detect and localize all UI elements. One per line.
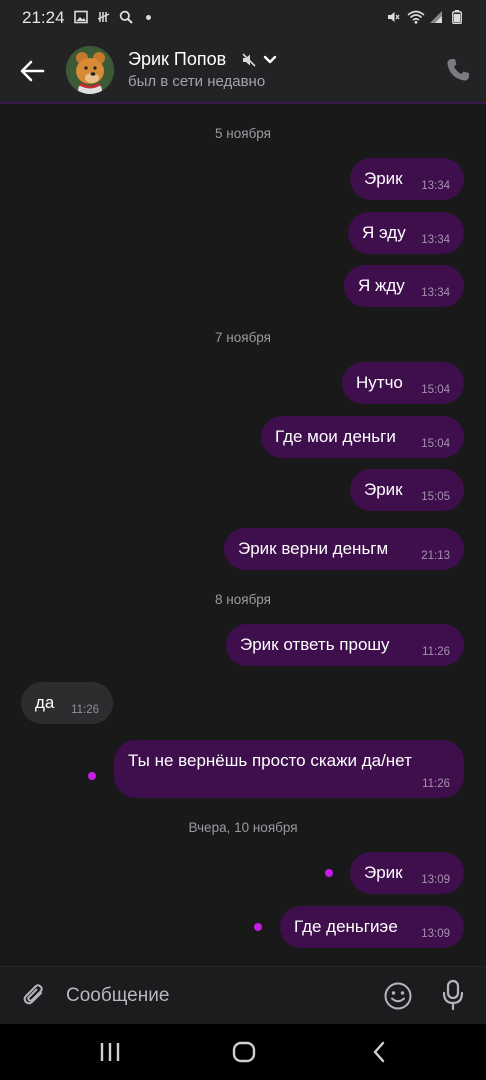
outgoing-message[interactable]: Эрик верни деньгм 21:13 xyxy=(224,528,464,570)
mute-status-icon xyxy=(388,12,400,22)
recent-apps-icon[interactable] xyxy=(96,1038,124,1066)
unread-indicator xyxy=(325,869,333,877)
message-time: 11:26 xyxy=(422,778,450,790)
date-separator: 7 ноября xyxy=(215,330,271,345)
message-input[interactable] xyxy=(66,977,366,1015)
message-text: Эрик xyxy=(364,863,403,882)
date-separator: 8 ноября xyxy=(215,592,271,607)
message-time: 21:13 xyxy=(421,550,450,562)
phone-icon[interactable] xyxy=(444,56,472,84)
outgoing-message[interactable]: Нутчо 15:04 xyxy=(342,362,464,404)
tally-icon xyxy=(97,12,110,22)
message-time: 13:09 xyxy=(421,874,450,886)
message-composer xyxy=(0,966,486,1024)
date-separator: Вчера, 10 ноября xyxy=(188,820,298,835)
message-text: да xyxy=(35,693,55,712)
message-time: 15:05 xyxy=(421,491,450,503)
bear-avatar-icon xyxy=(66,46,114,94)
chat-header: Эрик Попов был в сети недавно xyxy=(0,36,486,104)
contact-status: был в сети недавно xyxy=(128,73,266,90)
paperclip-icon[interactable] xyxy=(20,981,48,1009)
message-text: Эрик xyxy=(364,169,403,188)
outgoing-message[interactable]: Я эду 13:34 xyxy=(348,212,464,254)
contact-name[interactable]: Эрик Попов xyxy=(128,49,226,70)
date-separator: 5 ноября xyxy=(215,126,271,141)
message-text: Эрик верни деньгм xyxy=(238,539,389,558)
outgoing-message[interactable]: Эрик 13:34 xyxy=(350,158,464,200)
message-text: Я эду xyxy=(362,223,406,242)
outgoing-message[interactable]: Эрик ответь прошу 11:26 xyxy=(226,624,464,666)
message-text: Эрик xyxy=(364,480,403,499)
message-text: Нутчо xyxy=(356,373,403,392)
outgoing-message[interactable]: Ты не вернёшь просто скажи да/нет 11:26 xyxy=(114,740,464,798)
back-arrow-icon[interactable] xyxy=(14,53,50,89)
outgoing-message[interactable]: Эрик 15:05 xyxy=(350,469,464,511)
contact-avatar[interactable] xyxy=(66,46,114,94)
status-time: 21:24 xyxy=(22,8,65,27)
incoming-message[interactable]: да 11:26 xyxy=(21,682,113,724)
message-time: 13:09 xyxy=(421,928,450,940)
message-text: Эрик ответь прошу xyxy=(240,635,390,654)
muted-speaker-icon xyxy=(242,53,256,67)
status-bar: 21:24 xyxy=(0,0,486,36)
message-time: 15:04 xyxy=(421,438,450,450)
message-text: Я жду xyxy=(358,276,405,295)
outgoing-message[interactable]: Где мои деньги 15:04 xyxy=(261,416,464,458)
signal-icon xyxy=(430,11,442,23)
outgoing-message[interactable]: Где деньгиэе 13:09 xyxy=(280,906,464,948)
message-time: 13:34 xyxy=(421,234,450,246)
unread-indicator xyxy=(88,772,96,780)
unread-indicator xyxy=(254,923,262,931)
outgoing-message[interactable]: Эрик 13:09 xyxy=(350,852,464,894)
gallery-icon xyxy=(74,10,88,24)
message-text: Где мои деньги xyxy=(275,427,396,446)
message-text: Ты не вернёшь просто скажи да/нет xyxy=(128,751,412,770)
outgoing-message[interactable]: Я жду 13:34 xyxy=(344,265,464,307)
message-time: 13:34 xyxy=(421,180,450,192)
message-time: 13:34 xyxy=(421,287,450,299)
message-time: 15:04 xyxy=(421,384,450,396)
notification-dot xyxy=(146,15,151,20)
message-time: 11:26 xyxy=(422,646,450,658)
back-nav-icon[interactable] xyxy=(366,1038,394,1066)
emoji-icon[interactable] xyxy=(383,981,413,1011)
system-nav-bar xyxy=(0,1024,486,1080)
chevron-down-icon[interactable] xyxy=(263,54,277,66)
search-icon xyxy=(119,10,133,24)
message-text: Где деньгиэе xyxy=(294,917,398,936)
microphone-icon[interactable] xyxy=(440,979,466,1011)
home-icon[interactable] xyxy=(230,1038,258,1066)
battery-icon xyxy=(452,10,462,24)
wifi-icon xyxy=(407,10,425,24)
message-time: 11:26 xyxy=(71,704,99,716)
